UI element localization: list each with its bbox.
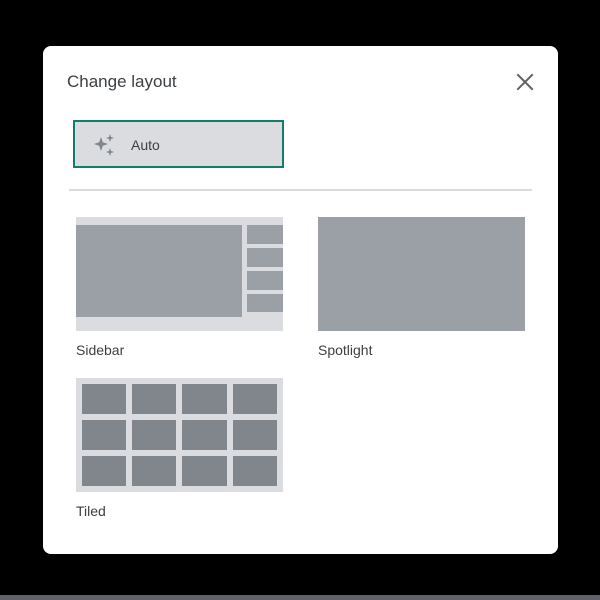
layout-option-sidebar[interactable]: Sidebar — [76, 217, 283, 362]
sparkle-icon — [94, 134, 114, 156]
spotlight-option-label: Spotlight — [318, 342, 373, 358]
tiled-preview — [76, 378, 283, 492]
layout-option-spotlight[interactable]: Spotlight — [318, 217, 525, 362]
sidebar-thumb — [247, 271, 283, 290]
tile — [82, 420, 126, 450]
spotlight-preview — [318, 217, 525, 331]
tile — [182, 384, 227, 414]
layout-option-tiled[interactable]: Tiled — [76, 378, 283, 523]
tile — [82, 384, 126, 414]
tile — [132, 384, 176, 414]
tile — [233, 456, 277, 486]
tile — [82, 456, 126, 486]
sidebar-preview — [76, 217, 283, 331]
change-layout-dialog: Change layout Auto Sidebar Spotlight Til… — [43, 46, 558, 554]
sidebar-option-label: Sidebar — [76, 342, 125, 358]
tile — [132, 420, 176, 450]
sidebar-thumb — [247, 294, 283, 312]
sidebar-thumb — [247, 225, 283, 244]
dialog-title: Change layout — [67, 72, 177, 91]
tile — [233, 420, 277, 450]
tiled-option-label: Tiled — [76, 503, 106, 519]
tile — [233, 384, 277, 414]
close-button[interactable] — [513, 70, 537, 94]
tile — [182, 420, 227, 450]
close-icon — [516, 73, 534, 91]
layout-option-auto[interactable]: Auto — [73, 120, 284, 168]
background-strip — [0, 595, 600, 600]
sidebar-main-block — [76, 225, 242, 317]
sidebar-thumb — [247, 248, 283, 267]
tile — [132, 456, 176, 486]
divider — [69, 189, 532, 191]
tile — [182, 456, 227, 486]
auto-option-label: Auto — [131, 137, 160, 153]
